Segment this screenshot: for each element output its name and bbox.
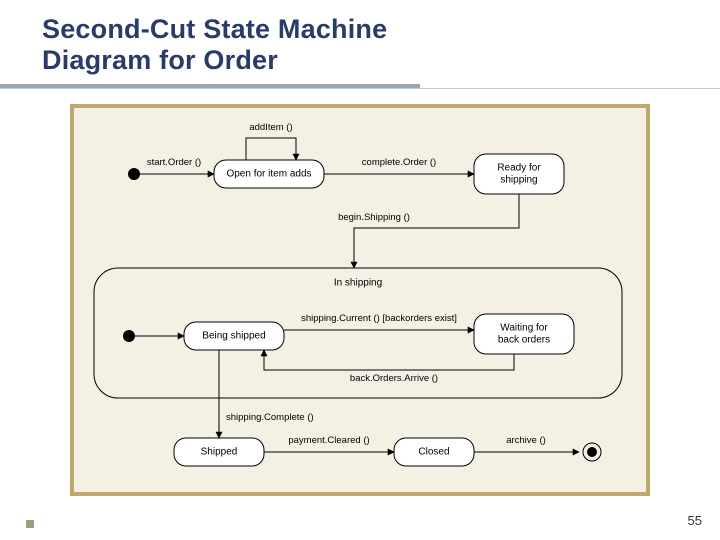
state-being-shipped-label: Being shipped (202, 331, 265, 342)
label-payment-cleared: payment.Cleared () (288, 435, 369, 446)
edge-add-item (246, 138, 296, 160)
page-number: 55 (688, 513, 702, 528)
edge-back-orders-arrive (264, 350, 514, 370)
label-back-orders-arrive: back.Orders.Arrive () (350, 373, 438, 384)
initial-state-top (128, 168, 140, 180)
title-underline (0, 84, 720, 90)
final-state-dot (587, 447, 597, 457)
label-archive: archive () (506, 435, 546, 446)
state-ready-l1: Ready for (497, 163, 541, 174)
state-machine-diagram: start.Order () Open for item adds addIte… (74, 108, 646, 492)
footer-square-icon (26, 520, 34, 528)
slide-title: Second-Cut State Machine Diagram for Ord… (42, 14, 387, 76)
diagram-frame: start.Order () Open for item adds addIte… (70, 104, 650, 496)
state-closed-label: Closed (418, 447, 449, 458)
composite-label: In shipping (334, 278, 382, 289)
label-shipping-current: shipping.Current () [backorders exist] (301, 313, 457, 324)
label-shipping-complete: shipping.Complete () (226, 412, 314, 423)
label-start-order: start.Order () (147, 157, 201, 168)
label-complete-order: complete.Order () (362, 157, 436, 168)
state-waiting-l1: Waiting for (500, 323, 548, 334)
label-begin-shipping: begin.Shipping () (338, 212, 410, 223)
state-open-label: Open for item adds (226, 169, 311, 180)
label-add-item: addItem () (249, 122, 292, 133)
title-line-2: Diagram for Order (42, 45, 278, 75)
initial-state-inner (123, 330, 135, 342)
slide: Second-Cut State Machine Diagram for Ord… (0, 0, 720, 540)
state-shipped-label: Shipped (201, 447, 238, 458)
edge-begin-shipping (354, 194, 519, 268)
title-line-1: Second-Cut State Machine (42, 14, 387, 44)
state-waiting-l2: back orders (498, 335, 550, 346)
state-ready-l2: shipping (500, 175, 537, 186)
